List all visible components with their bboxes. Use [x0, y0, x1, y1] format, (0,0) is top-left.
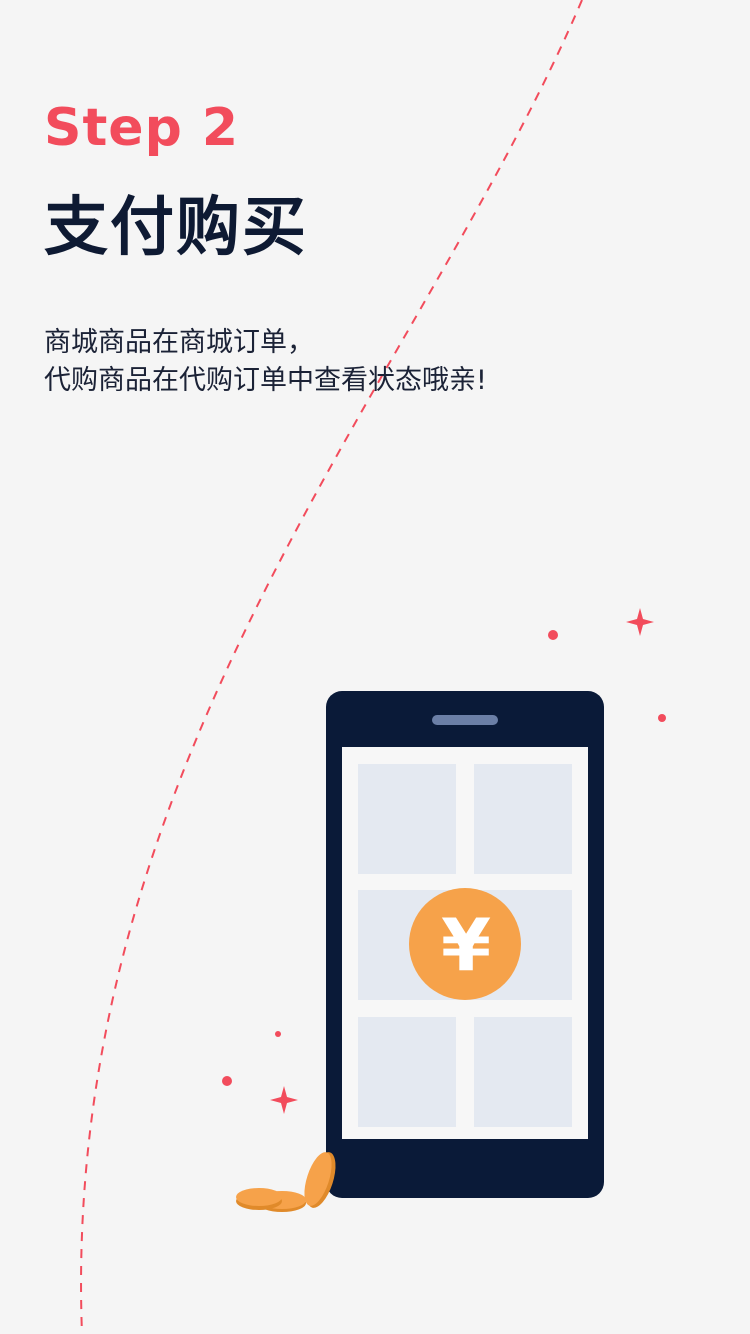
product-tile — [358, 1017, 456, 1127]
product-tile — [474, 1017, 572, 1127]
dot-icon — [658, 714, 666, 722]
dot-icon — [275, 1031, 281, 1037]
sparkle-icon — [270, 1086, 298, 1114]
product-tile — [358, 764, 456, 874]
stacked-coins-icon — [236, 1152, 336, 1212]
sparkle-icon — [626, 608, 654, 636]
dot-icon — [548, 630, 558, 640]
phone-speaker — [432, 715, 498, 725]
payment-illustration: ¥ — [222, 608, 666, 1212]
dot-icon — [222, 1076, 232, 1086]
yen-symbol: ¥ — [441, 903, 491, 987]
product-tile — [474, 764, 572, 874]
yen-coin-icon: ¥ — [409, 888, 521, 1000]
